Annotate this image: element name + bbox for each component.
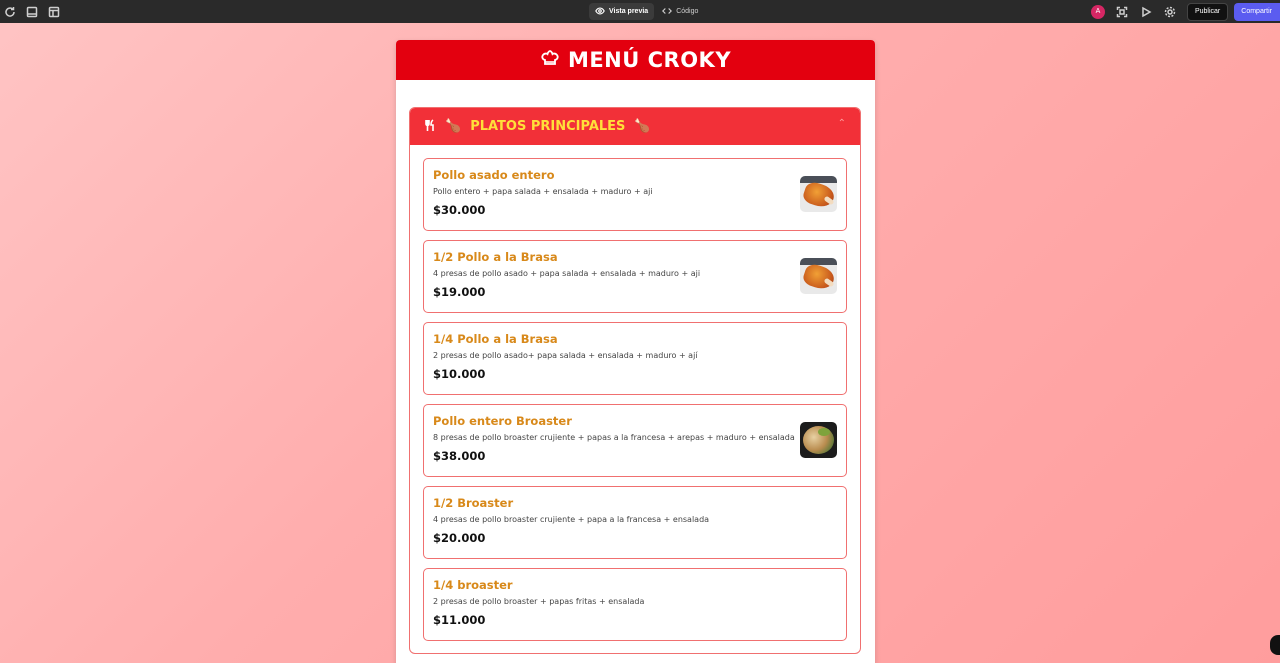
layout-panel-icon[interactable] [25,5,39,19]
tab-preview-label: Vista previa [609,7,649,15]
item-price: $30.000 [433,203,486,217]
utensils-icon [424,118,436,135]
avatar[interactable]: A [1090,4,1105,19]
item-price: $10.000 [433,367,486,381]
menu-item[interactable]: 1/2 Broaster 4 presas de pollo broaster … [423,486,847,559]
section-header[interactable]: 🍗 PLATOS PRINCIPALES 🍗 ⌃ [410,108,860,145]
chevron-up-icon[interactable]: ⌃ [838,118,846,129]
item-name: 1/2 Broaster [433,496,514,510]
item-price: $19.000 [433,285,486,299]
section-title: PLATOS PRINCIPALES [470,119,626,134]
drumstick-icon: 🍗 [634,119,651,134]
code-icon [662,8,673,14]
editor-toolbar: Vista previa Código A Publicar Compartir [0,0,1280,23]
item-description: 8 presas de pollo broaster crujiente + p… [433,433,795,442]
tab-code-label: Código [676,7,699,15]
eye-icon [595,7,605,15]
item-price: $11.000 [433,613,486,627]
drumstick-icon: 🍗 [445,119,462,134]
item-name: 1/2 Pollo a la Brasa [433,250,558,264]
screenshot-icon[interactable] [1115,5,1129,19]
menu-item[interactable]: 1/2 Pollo a la Brasa 4 presas de pollo a… [423,240,847,313]
share-button[interactable]: Compartir [1234,2,1280,21]
item-description: 2 presas de pollo broaster + papas frita… [433,597,645,606]
item-name: Pollo asado entero [433,168,555,182]
publish-button[interactable]: Publicar [1186,2,1229,21]
toolbar-right-group: A Publicar Compartir [1090,0,1280,23]
menu-item[interactable]: Pollo asado entero Pollo entero + papa s… [423,158,847,231]
menu-item[interactable]: 1/4 broaster 2 presas de pollo broaster … [423,568,847,641]
view-tabs: Vista previa Código [589,2,704,20]
tab-preview[interactable]: Vista previa [589,2,655,20]
item-name: Pollo entero Broaster [433,414,572,428]
section-main-dishes: 🍗 PLATOS PRINCIPALES 🍗 ⌃ Pollo asado ent… [409,107,861,654]
tab-code[interactable]: Código [656,3,704,20]
broaster-plate-image [800,422,837,458]
item-price: $20.000 [433,531,486,545]
roast-chicken-image [800,258,837,294]
floating-widget-button[interactable] [1270,635,1280,655]
menu-header: MENÚ CROKY [396,40,875,80]
item-name: 1/4 broaster [433,578,513,592]
roast-chicken-image [800,176,837,212]
item-description: 4 presas de pollo broaster crujiente + p… [433,515,710,524]
layout-split-icon[interactable] [47,5,61,19]
item-description: 2 presas de pollo asado+ papa salada + e… [433,351,698,360]
menu-card: MENÚ CROKY 🍗 PLATOS PRINCIPALES 🍗 ⌃ Poll… [396,40,875,663]
refresh-icon[interactable] [3,5,17,19]
menu-items-list: Pollo asado entero Pollo entero + papa s… [410,145,860,641]
play-icon[interactable] [1139,5,1153,19]
gear-icon[interactable] [1163,5,1177,19]
item-name: 1/4 Pollo a la Brasa [433,332,558,346]
menu-item[interactable]: 1/4 Pollo a la Brasa 2 presas de pollo a… [423,322,847,395]
item-description: 4 presas de pollo asado + papa salada + … [433,269,701,278]
toolbar-left-group [0,5,61,19]
item-description: Pollo entero + papa salada + ensalada + … [433,187,653,196]
menu-title: MENÚ CROKY [567,48,732,72]
item-price: $38.000 [433,449,486,463]
menu-item[interactable]: Pollo entero Broaster 8 presas de pollo … [423,404,847,477]
chef-hat-icon [540,48,560,72]
